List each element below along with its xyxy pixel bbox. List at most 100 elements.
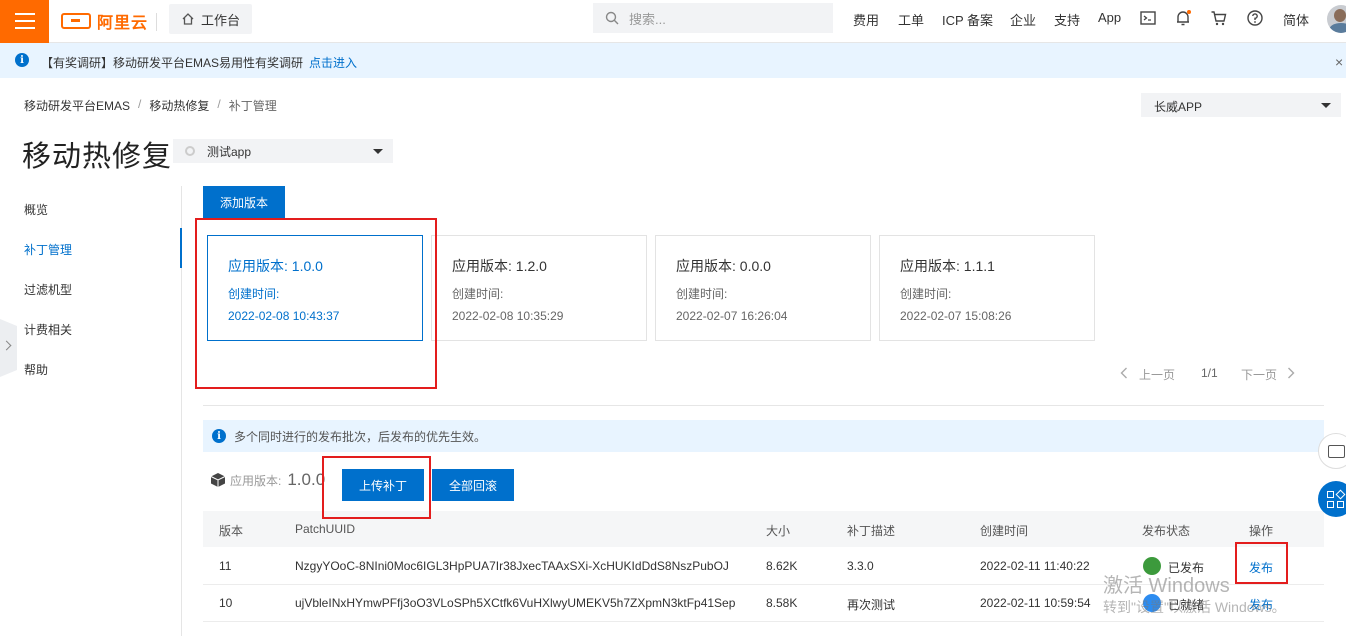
publish-tip: i 多个同时进行的发布批次，后发布的优先生效。 xyxy=(203,420,1324,452)
version-card-created-time: 2022-02-08 10:35:29 xyxy=(452,309,564,323)
version-card[interactable]: 应用版本: 0.0.0 创建时间: 2022-02-07 16:26:04 xyxy=(655,235,871,341)
upload-patch-button[interactable]: 上传补丁 xyxy=(342,469,424,501)
app-select-value: 测试app xyxy=(207,144,252,159)
search-input[interactable]: 搜索... xyxy=(593,3,833,33)
version-card-created-label: 创建时间: xyxy=(228,287,280,301)
breadcrumb: 移动研发平台EMAS / 移动热修复 / 补丁管理 xyxy=(24,97,277,114)
workbench-label: 工作台 xyxy=(201,12,241,28)
nav-enterprise[interactable]: 企业 xyxy=(1010,10,1036,29)
chevron-down-icon xyxy=(373,149,383,154)
sidebar-item-patch-management[interactable]: 补丁管理 xyxy=(24,240,72,280)
cell-description: 3.3.0 xyxy=(847,559,874,573)
sidebar-item-help[interactable]: 帮助 xyxy=(24,360,72,400)
version-card[interactable]: 应用版本: 1.1.1 创建时间: 2022-02-07 15:08:26 xyxy=(879,235,1095,341)
version-card-title: 应用版本: 1.2.0 xyxy=(452,258,547,274)
version-card-created-time: 2022-02-07 15:08:26 xyxy=(900,309,1012,323)
package-icon xyxy=(210,473,226,487)
home-icon xyxy=(182,13,194,25)
region-select[interactable]: 长威APP xyxy=(1141,93,1341,117)
version-card-created-time: 2022-02-08 10:43:37 xyxy=(228,309,340,323)
chevron-down-icon xyxy=(1321,103,1331,108)
nav-ticket[interactable]: 工单 xyxy=(898,10,924,29)
cell-version: 10 xyxy=(219,596,233,610)
current-app-version: 应用版本: 1.0.0 xyxy=(210,470,325,490)
app-version-value: 1.0.0 xyxy=(287,470,326,489)
divider xyxy=(156,13,157,31)
cell-description: 再次测试 xyxy=(847,598,896,612)
rollback-all-button[interactable]: 全部回滚 xyxy=(432,469,514,501)
app-version-label: 应用版本: xyxy=(230,473,282,488)
grid-icon xyxy=(1327,491,1334,498)
breadcrumb-separator: / xyxy=(138,97,142,111)
app-select[interactable]: 测试app xyxy=(173,139,393,163)
sidebar-active-indicator xyxy=(180,228,182,268)
column-header: 发布状态 xyxy=(1142,524,1191,538)
chevron-left-icon[interactable] xyxy=(1120,367,1128,379)
help-icon[interactable] xyxy=(1246,9,1264,27)
app-icon xyxy=(185,146,195,156)
nav-app[interactable]: App xyxy=(1098,10,1121,25)
grid-icon xyxy=(1327,501,1334,508)
add-version-button[interactable]: 添加版本 xyxy=(203,186,285,218)
survey-notice-bar: i 【有奖调研】移动研发平台EMAS易用性有奖调研 点击进入 × xyxy=(0,43,1346,78)
workbench-button[interactable]: 工作台 xyxy=(169,4,252,34)
grid-icon xyxy=(1335,489,1346,500)
version-card[interactable]: 应用版本: 1.2.0 创建时间: 2022-02-08 10:35:29 xyxy=(431,235,647,341)
notice-text: 【有奖调研】移动研发平台EMAS易用性有奖调研 xyxy=(41,56,304,70)
avatar[interactable] xyxy=(1327,5,1346,33)
breadcrumb-hotfix[interactable]: 移动热修复 xyxy=(149,97,209,114)
pager-page: 1/1 xyxy=(1201,366,1218,380)
sidebar-item-overview[interactable]: 概览 xyxy=(24,200,72,240)
cell-created-time: 2022-02-11 10:59:54 xyxy=(980,596,1091,610)
grid-icon xyxy=(1337,501,1344,508)
version-card-title: 应用版本: 1.0.0 xyxy=(228,258,323,274)
version-card-created-label: 创建时间: xyxy=(676,287,728,301)
column-header: 创建时间 xyxy=(980,524,1029,538)
version-card[interactable]: 应用版本: 1.0.0 创建时间: 2022-02-08 10:43:37 xyxy=(207,235,423,341)
region-select-value: 长威APP xyxy=(1154,100,1203,114)
info-icon: i xyxy=(212,429,226,443)
column-header: PatchUUID xyxy=(295,522,356,536)
page-title: 移动热修复 xyxy=(22,141,173,173)
cart-icon[interactable] xyxy=(1210,9,1228,27)
pager-prev[interactable]: 上一页 xyxy=(1139,366,1175,383)
windows-activation-hint: 转到"设置"以激活 Windows。 xyxy=(1103,599,1286,615)
breadcrumb-emas[interactable]: 移动研发平台EMAS xyxy=(24,97,130,114)
notice-message: 【有奖调研】移动研发平台EMAS易用性有奖调研 点击进入 xyxy=(41,54,357,71)
sidebar-item-device-filter[interactable]: 过滤机型 xyxy=(24,280,72,320)
search-icon xyxy=(605,11,619,25)
section-divider xyxy=(203,405,1324,406)
breadcrumb-current: 补丁管理 xyxy=(228,99,277,113)
notice-link[interactable]: 点击进入 xyxy=(309,56,357,70)
column-header: 操作 xyxy=(1249,524,1274,538)
column-header: 大小 xyxy=(766,524,791,538)
breadcrumb-separator: / xyxy=(217,97,221,111)
aliyun-logo[interactable]: 阿里云 xyxy=(61,9,148,33)
search-placeholder: 搜索... xyxy=(629,11,666,27)
chevron-right-icon xyxy=(1,340,12,351)
top-bar: 阿里云 工作台 搜索... 费用 工单 ICP 备案 企业 支持 App 简体 xyxy=(0,0,1346,43)
nav-support[interactable]: 支持 xyxy=(1054,10,1080,29)
language-switch[interactable]: 简体 xyxy=(1283,10,1309,29)
version-card-created-label: 创建时间: xyxy=(900,287,952,301)
publish-link[interactable]: 发布 xyxy=(1249,559,1273,576)
apps-grid-button[interactable] xyxy=(1318,481,1346,517)
sidebar-toggle[interactable] xyxy=(0,319,17,377)
publish-tip-text: 多个同时进行的发布批次，后发布的优先生效。 xyxy=(234,429,487,444)
bell-icon[interactable] xyxy=(1174,9,1192,27)
pager-next[interactable]: 下一页 xyxy=(1241,366,1277,383)
info-icon: i xyxy=(15,53,29,67)
close-icon[interactable]: × xyxy=(1335,55,1343,69)
chevron-right-icon[interactable] xyxy=(1287,367,1295,379)
terminal-icon[interactable] xyxy=(1139,9,1157,27)
version-card-created-label: 创建时间: xyxy=(452,287,504,301)
version-card-title: 应用版本: 1.1.1 xyxy=(900,258,995,274)
feedback-chat-button[interactable] xyxy=(1318,433,1346,469)
aliyun-logo-icon xyxy=(61,13,91,29)
cell-uuid: NzgyYOoC-8NIni0Moc6IGL3HpPUA7Ir38JxecTAA… xyxy=(295,559,729,573)
version-card-created-time: 2022-02-07 16:26:04 xyxy=(676,309,788,323)
nav-icp[interactable]: ICP 备案 xyxy=(942,10,993,29)
nav-billing[interactable]: 费用 xyxy=(853,10,879,29)
sidebar-item-billing[interactable]: 计费相关 xyxy=(24,320,72,360)
hamburger-menu-button[interactable] xyxy=(0,0,49,43)
